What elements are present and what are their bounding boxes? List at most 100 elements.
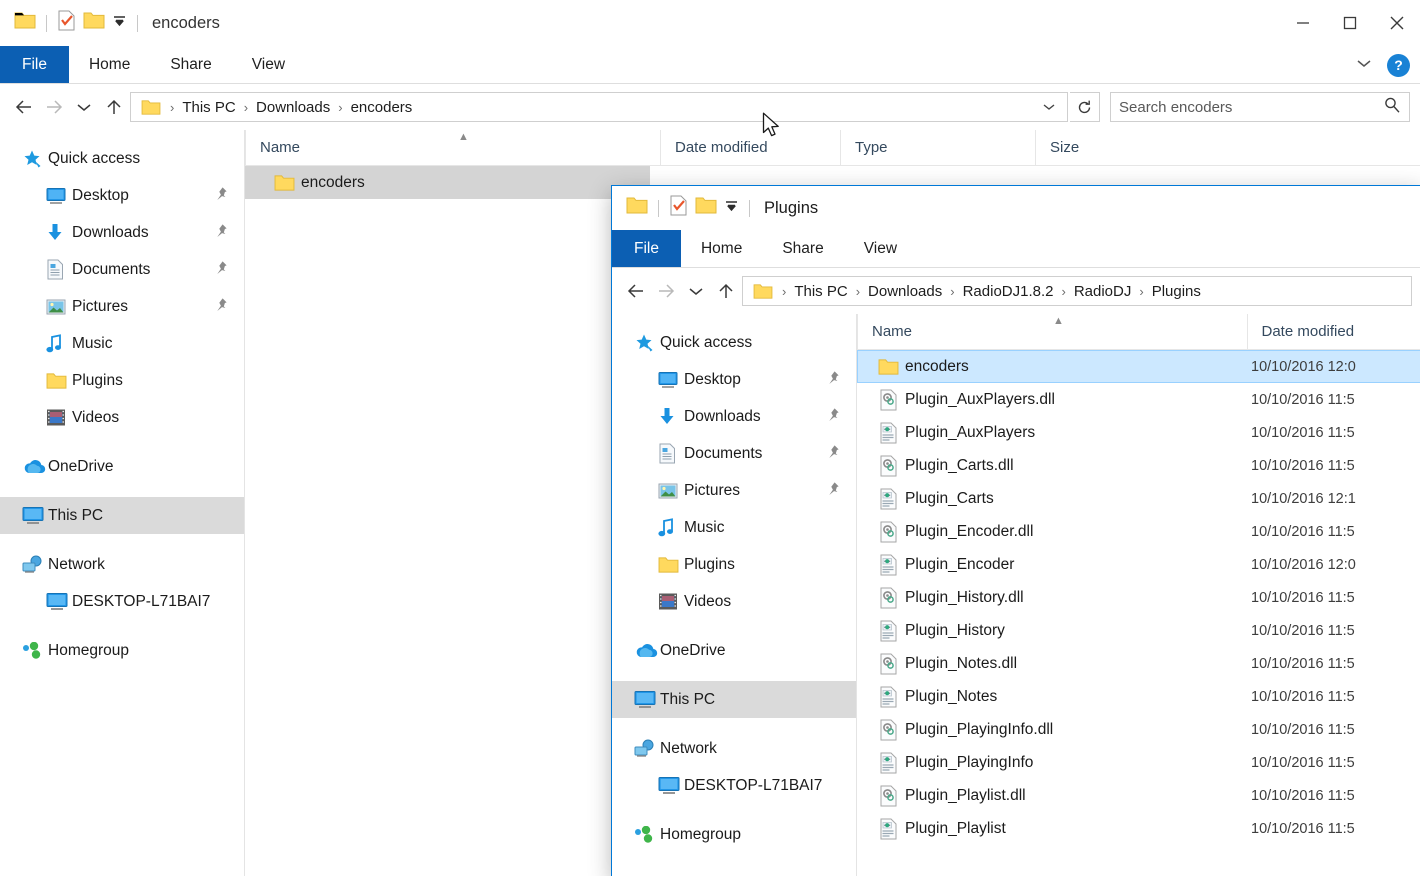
close-icon[interactable] [1373, 0, 1420, 46]
column-size[interactable]: Size [1035, 130, 1165, 166]
sidebar-item-quick-access[interactable]: Quick access [612, 324, 856, 361]
front-ribbon-tabs[interactable]: File Home Share View [612, 230, 1420, 268]
search-icon[interactable] [1383, 96, 1401, 119]
customize-dropdown-icon[interactable] [724, 199, 739, 218]
sidebar-item-pictures[interactable]: Pictures [0, 288, 244, 325]
sidebar-item-this-pc[interactable]: This PC [0, 497, 244, 534]
file-row[interactable]: encoders 10/10/2016 12:0 [857, 350, 1420, 383]
up-button-icon[interactable] [712, 276, 740, 306]
sidebar-item-homegroup[interactable]: Homegroup [612, 816, 856, 853]
column-type[interactable]: Type [840, 130, 1035, 166]
breadcrumb-this-pc[interactable]: This PC [179, 99, 238, 116]
file-row[interactable]: Plugin_History.dll 10/10/2016 11:5 [857, 581, 1420, 614]
sidebar-item-music[interactable]: Music [0, 325, 244, 362]
sidebar-item-desktop[interactable]: Desktop [0, 177, 244, 214]
column-name[interactable]: Name [245, 130, 660, 166]
sidebar-item-videos[interactable]: Videos [612, 583, 856, 620]
back-button-icon[interactable] [10, 92, 38, 122]
help-icon[interactable]: ? [1387, 53, 1410, 77]
front-file-list-pane[interactable]: ▲ Name Date modified encoders 10/10/2016 … [857, 314, 1420, 876]
front-file-list[interactable]: encoders 10/10/2016 12:0 Plugin_AuxPlayers… [857, 350, 1420, 845]
pin-icon[interactable] [213, 260, 228, 280]
tab-file[interactable]: File [612, 230, 681, 267]
pin-icon[interactable] [825, 444, 840, 464]
pin-icon[interactable] [825, 370, 840, 390]
file-row[interactable]: Plugin_Carts 10/10/2016 12:1 [857, 482, 1420, 515]
back-titlebar[interactable]: encoders [0, 0, 1420, 46]
chevron-down-icon[interactable] [1355, 56, 1373, 74]
pin-icon[interactable] [825, 481, 840, 501]
properties-icon[interactable] [57, 10, 76, 36]
sidebar-item-this-pc[interactable]: This PC [612, 681, 856, 718]
sidebar-item-documents[interactable]: Documents [612, 435, 856, 472]
sidebar-item-onedrive[interactable]: OneDrive [0, 448, 244, 485]
pin-icon[interactable] [825, 407, 840, 427]
tab-view[interactable]: View [844, 230, 917, 267]
pin-icon[interactable] [213, 186, 228, 206]
up-button-icon[interactable] [100, 92, 128, 122]
back-navigation-bar[interactable]: › This PC › Downloads › encoders Search … [0, 84, 1420, 130]
forward-button-icon[interactable] [40, 92, 68, 122]
minimize-icon[interactable] [1279, 0, 1326, 46]
breadcrumb-downloads[interactable]: Downloads [865, 283, 945, 300]
explorer-window-plugins[interactable]: Plugins File Home Share View › This PC ›… [612, 186, 1420, 876]
sidebar-item-onedrive[interactable]: OneDrive [612, 632, 856, 669]
sidebar-item-desktop[interactable]: Desktop [612, 361, 856, 398]
front-address-bar[interactable]: › This PC › Downloads › RadioDJ1.8.2 › R… [742, 276, 1412, 306]
tab-share[interactable]: Share [762, 230, 843, 267]
sidebar-item-homegroup[interactable]: Homegroup [0, 632, 244, 669]
sidebar-item-videos[interactable]: Videos [0, 399, 244, 436]
recent-locations-icon[interactable] [682, 276, 710, 306]
front-navigation-bar[interactable]: › This PC › Downloads › RadioDJ1.8.2 › R… [612, 268, 1420, 314]
pin-icon[interactable] [213, 223, 228, 243]
file-row[interactable]: Plugin_Playlist 10/10/2016 11:5 [857, 812, 1420, 845]
breadcrumb-radiodj182[interactable]: RadioDJ1.8.2 [960, 283, 1057, 300]
back-ribbon-tabs[interactable]: File Home Share View ? [0, 46, 1420, 84]
sidebar-item-network[interactable]: Network [612, 730, 856, 767]
back-column-headers[interactable]: ▲ Name Date modified Type Size [245, 130, 1420, 166]
file-row[interactable]: Plugin_Notes 10/10/2016 11:5 [857, 680, 1420, 713]
file-row[interactable]: Plugin_PlayingInfo 10/10/2016 11:5 [857, 746, 1420, 779]
file-row[interactable]: Plugin_Encoder.dll 10/10/2016 11:5 [857, 515, 1420, 548]
tab-home[interactable]: Home [69, 46, 150, 83]
tab-file[interactable]: File [0, 46, 69, 83]
breadcrumb-downloads[interactable]: Downloads [253, 99, 333, 116]
pin-icon[interactable] [213, 297, 228, 317]
breadcrumb-encoders[interactable]: encoders [348, 99, 416, 116]
sidebar-item-plugins[interactable]: Plugins [0, 362, 244, 399]
front-titlebar[interactable]: Plugins [612, 186, 1420, 230]
folder-icon[interactable] [14, 11, 36, 35]
back-address-bar[interactable]: › This PC › Downloads › encoders [130, 92, 1068, 122]
new-folder-icon[interactable] [83, 11, 105, 35]
new-folder-icon[interactable] [695, 196, 717, 220]
file-row[interactable]: Plugin_Notes.dll 10/10/2016 11:5 [857, 647, 1420, 680]
sidebar-item-desktop-l71bai7[interactable]: DESKTOP-L71BAI7 [612, 767, 856, 804]
breadcrumb-this-pc[interactable]: This PC [791, 283, 850, 300]
back-navigation-pane[interactable]: Quick access Desktop Downloads Documents Pic… [0, 130, 245, 876]
back-window-controls[interactable] [1279, 0, 1420, 46]
customize-dropdown-icon[interactable] [112, 14, 127, 33]
sidebar-item-plugins[interactable]: Plugins [612, 546, 856, 583]
sidebar-item-network[interactable]: Network [0, 546, 244, 583]
file-row[interactable]: encoders [245, 166, 650, 199]
tab-share[interactable]: Share [150, 46, 231, 83]
file-row[interactable]: Plugin_Encoder 10/10/2016 12:0 [857, 548, 1420, 581]
refresh-button-icon[interactable] [1070, 92, 1100, 122]
sidebar-item-music[interactable]: Music [612, 509, 856, 546]
breadcrumb-plugins[interactable]: Plugins [1149, 283, 1204, 300]
file-row[interactable]: Plugin_PlayingInfo.dll 10/10/2016 11:5 [857, 713, 1420, 746]
file-row[interactable]: Plugin_AuxPlayers.dll 10/10/2016 11:5 [857, 383, 1420, 416]
tab-view[interactable]: View [232, 46, 305, 83]
file-row[interactable]: Plugin_Carts.dll 10/10/2016 11:5 [857, 449, 1420, 482]
maximize-icon[interactable] [1326, 0, 1373, 46]
file-row[interactable]: Plugin_Playlist.dll 10/10/2016 11:5 [857, 779, 1420, 812]
folder-icon[interactable] [626, 196, 648, 220]
sidebar-item-pictures[interactable]: Pictures [612, 472, 856, 509]
sidebar-item-quick-access[interactable]: Quick access [0, 140, 244, 177]
forward-button-icon[interactable] [652, 276, 680, 306]
front-navigation-pane[interactable]: Quick access Desktop Downloads Documents Pic… [612, 314, 857, 876]
back-quick-access-toolbar[interactable] [0, 10, 141, 36]
properties-icon[interactable] [669, 195, 688, 221]
column-name[interactable]: Name [857, 314, 1247, 350]
breadcrumb-radiodj[interactable]: RadioDJ [1071, 283, 1135, 300]
